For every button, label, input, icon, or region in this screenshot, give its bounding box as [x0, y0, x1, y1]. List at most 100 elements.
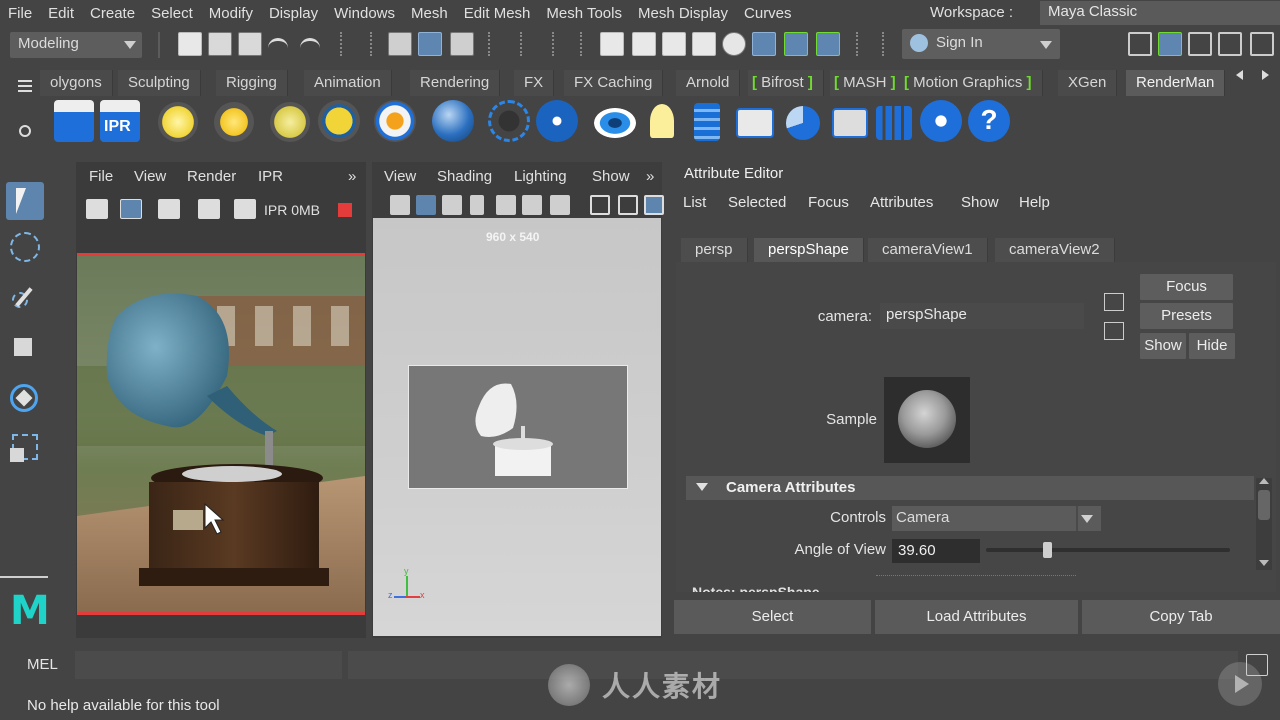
- tab-fx[interactable]: FX: [514, 70, 555, 96]
- mel-input[interactable]: [75, 651, 342, 679]
- render-setup-icon[interactable]: [752, 32, 776, 56]
- render-view-menu-render[interactable]: Render: [187, 168, 236, 185]
- tab-rigging[interactable]: Rigging: [216, 70, 288, 96]
- image-icon[interactable]: [832, 108, 868, 138]
- show-button[interactable]: Show: [1140, 333, 1186, 359]
- panel-expand-icon[interactable]: »: [646, 168, 654, 185]
- tab-cameraview2[interactable]: cameraView2: [995, 238, 1115, 262]
- move-tool-icon[interactable]: [6, 330, 44, 368]
- tab-cameraview1[interactable]: cameraView1: [868, 238, 988, 262]
- tab-persp[interactable]: persp: [681, 238, 748, 262]
- ae-menu-selected[interactable]: Selected: [728, 194, 786, 211]
- menu-file[interactable]: File: [0, 5, 40, 22]
- tab-rendering[interactable]: Rendering: [410, 70, 501, 96]
- lock-camera-icon[interactable]: [416, 195, 436, 215]
- scroll-down-icon[interactable]: [1259, 560, 1269, 566]
- bar-chart-icon[interactable]: [876, 106, 912, 140]
- viewport-menu-view[interactable]: View: [384, 168, 416, 185]
- channel-box-icon[interactable]: [1250, 32, 1274, 56]
- help-icon[interactable]: ?: [968, 100, 1010, 142]
- light-bulb-icon[interactable]: [650, 104, 674, 138]
- grease-pencil-icon[interactable]: [550, 195, 570, 215]
- character-controls-icon[interactable]: [1158, 32, 1182, 56]
- ae-scrollbar-thumb[interactable]: [1258, 490, 1270, 520]
- menu-display[interactable]: Display: [261, 5, 326, 22]
- ae-menu-attributes[interactable]: Attributes: [870, 194, 933, 211]
- render-frame-icon[interactable]: [600, 32, 624, 56]
- tab-fx-caching[interactable]: FX Caching: [564, 70, 664, 96]
- go-to-input-icon[interactable]: [1104, 293, 1124, 311]
- menu-icon[interactable]: [18, 80, 32, 92]
- tab-animation[interactable]: Animation: [304, 70, 392, 96]
- render-view-menu-view[interactable]: View: [134, 168, 166, 185]
- menu-mesh[interactable]: Mesh: [403, 5, 456, 22]
- tab-arnold[interactable]: Arnold: [676, 70, 741, 96]
- film-gate-icon[interactable]: [618, 195, 638, 215]
- tab-polygons[interactable]: olygons: [40, 70, 113, 96]
- pie-icon[interactable]: [786, 106, 820, 140]
- render-icon[interactable]: [54, 100, 94, 142]
- calculator-icon[interactable]: [694, 103, 720, 141]
- hypershade-icon[interactable]: [722, 32, 746, 56]
- camera-attributes-icon[interactable]: [442, 195, 462, 215]
- render-region-icon[interactable]: [120, 199, 142, 219]
- ae-menu-help[interactable]: Help: [1019, 194, 1050, 211]
- ae-menu-show[interactable]: Show: [961, 194, 999, 211]
- xgen-editor-icon[interactable]: [816, 32, 840, 56]
- env-light-icon[interactable]: [270, 102, 310, 142]
- render-settings-icon[interactable]: [692, 32, 716, 56]
- menu-edit[interactable]: Edit: [40, 5, 82, 22]
- plug-icon[interactable]: [920, 100, 962, 142]
- tab-motion-graphics[interactable]: [ Motion Graphics ]: [900, 70, 1043, 96]
- mel-label[interactable]: MEL: [27, 656, 58, 673]
- refresh-ipr-icon[interactable]: [234, 199, 256, 219]
- tab-perspshape[interactable]: perspShape: [754, 238, 864, 262]
- paint-select-tool-icon[interactable]: [6, 282, 44, 320]
- menu-modify[interactable]: Modify: [201, 5, 261, 22]
- sphere-material-icon[interactable]: [432, 100, 474, 142]
- camera-name-field[interactable]: perspShape: [880, 303, 1084, 329]
- new-scene-icon[interactable]: [178, 32, 202, 56]
- hide-button[interactable]: Hide: [1189, 333, 1235, 359]
- render-view-menu-ipr[interactable]: IPR: [258, 168, 283, 185]
- viewport-menu-show[interactable]: Show: [592, 168, 630, 185]
- ipr-icon[interactable]: [662, 32, 686, 56]
- menu-curves[interactable]: Curves: [736, 5, 800, 22]
- menu-select[interactable]: Select: [143, 5, 201, 22]
- share-icon[interactable]: [736, 108, 774, 138]
- open-scene-icon[interactable]: [208, 32, 232, 56]
- tool-settings-icon[interactable]: [1218, 32, 1242, 56]
- sign-in-button[interactable]: Sign In: [902, 29, 1060, 59]
- angle-of-view-field[interactable]: 39.60: [892, 539, 980, 563]
- render-view-menu-file[interactable]: File: [89, 168, 113, 185]
- camera-attributes-section[interactable]: Camera Attributes: [686, 476, 1254, 500]
- tab-renderman[interactable]: RenderMan: [1126, 70, 1226, 96]
- controls-dropdown[interactable]: Camera: [892, 506, 1101, 531]
- stop-render-icon[interactable]: [338, 203, 352, 217]
- 2d-pan-zoom-icon[interactable]: [522, 195, 542, 215]
- bulb-icon[interactable]: [536, 100, 578, 142]
- grid-icon[interactable]: [590, 195, 610, 215]
- camera-icon[interactable]: [390, 195, 410, 215]
- viewport-menu-shading[interactable]: Shading: [437, 168, 492, 185]
- go-to-output-icon[interactable]: [1104, 322, 1124, 340]
- resolution-gate-icon[interactable]: [644, 195, 664, 215]
- menu-mesh-tools[interactable]: Mesh Tools: [538, 5, 630, 22]
- select-component-icon[interactable]: [450, 32, 474, 56]
- menu-windows[interactable]: Windows: [326, 5, 403, 22]
- play-icon[interactable]: [1218, 662, 1262, 706]
- light-editor-icon[interactable]: [784, 32, 808, 56]
- ae-menu-list[interactable]: List: [683, 194, 706, 211]
- point-light-icon[interactable]: [158, 102, 198, 142]
- scroll-left-icon[interactable]: [1236, 70, 1243, 80]
- menu-mesh-display[interactable]: Mesh Display: [630, 5, 736, 22]
- render-sequence-icon[interactable]: [632, 32, 656, 56]
- eye-icon[interactable]: [594, 108, 636, 138]
- select-object-icon[interactable]: [418, 32, 442, 56]
- scroll-right-icon[interactable]: [1262, 70, 1269, 80]
- dashed-circle-icon[interactable]: [488, 100, 530, 142]
- snapshot-icon[interactable]: [158, 199, 180, 219]
- redo-render-icon[interactable]: [86, 199, 108, 219]
- attribute-editor-toggle-icon[interactable]: [1188, 32, 1212, 56]
- panel-expand-icon[interactable]: »: [348, 168, 356, 185]
